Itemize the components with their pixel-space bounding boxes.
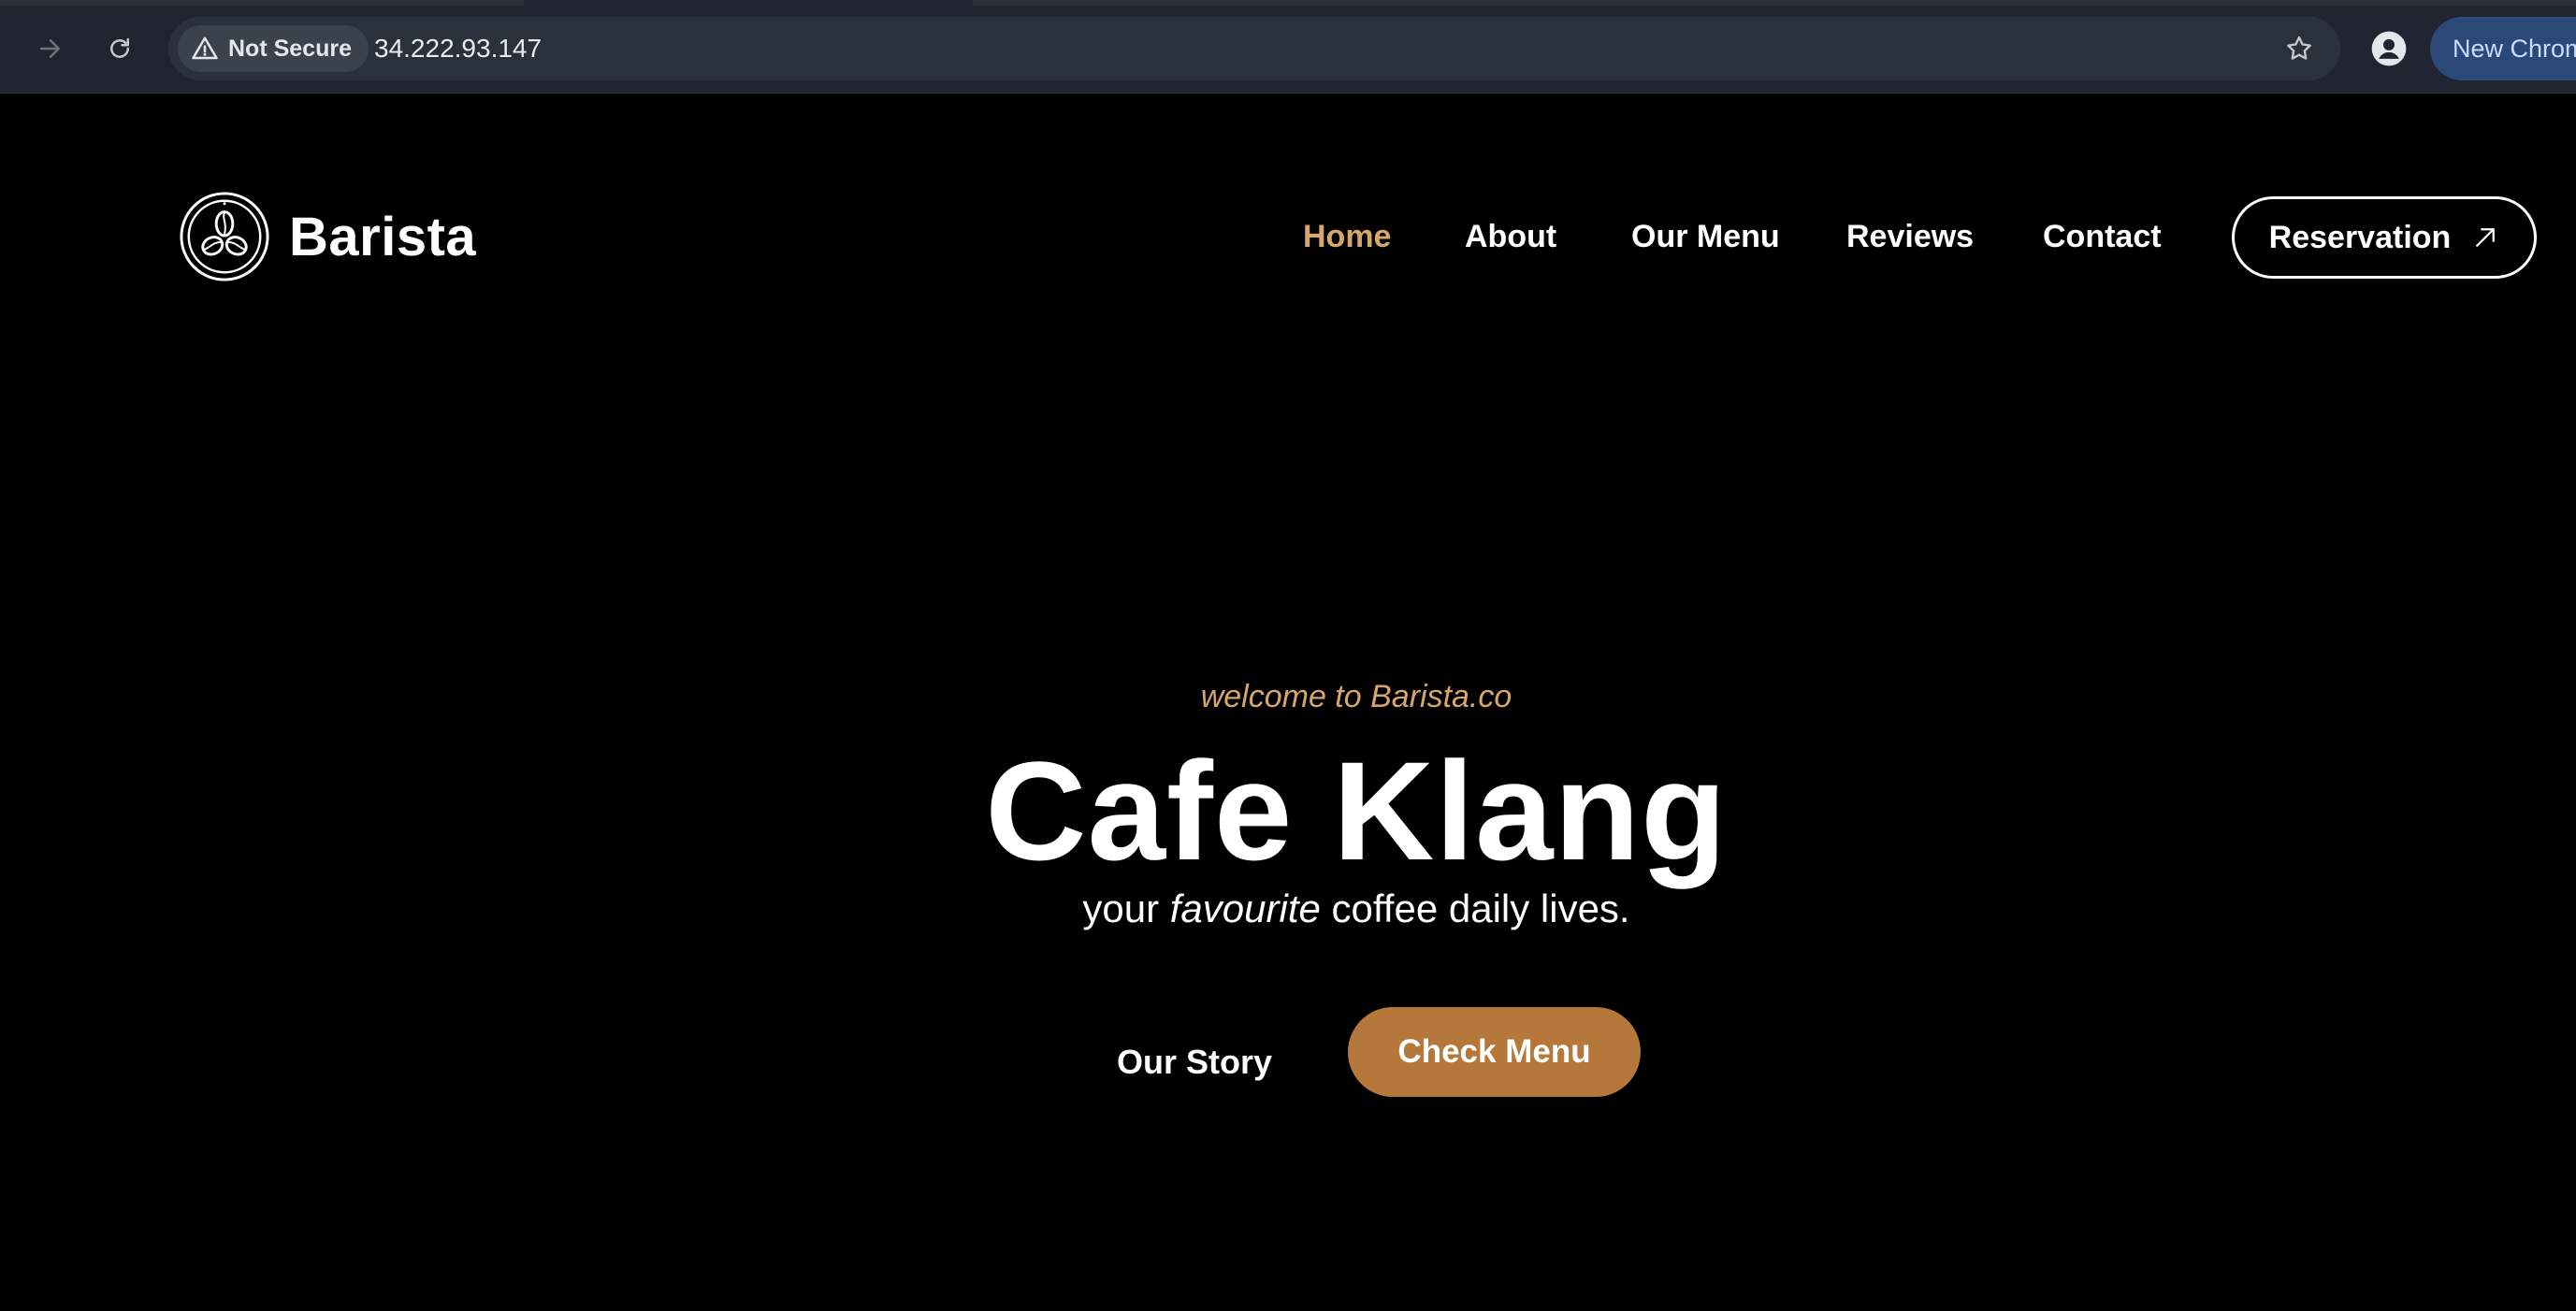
page: Barista Home About Our Menu Reviews Cont… [0, 94, 2576, 1311]
security-label: Not Secure [228, 35, 352, 62]
brand[interactable]: Barista [179, 191, 476, 282]
arrow-up-right-icon [2476, 228, 2496, 247]
reservation-button[interactable]: Reservation [2232, 196, 2537, 279]
check-menu-button[interactable]: Check Menu [1348, 1007, 1641, 1097]
nav-reviews[interactable]: Reviews [1846, 213, 1974, 260]
nav-our-menu[interactable]: Our Menu [1631, 213, 1780, 260]
browser-toolbar: Not Secure 34.222.93.147 New Chrom [0, 0, 2576, 94]
url-text[interactable]: 34.222.93.147 [374, 17, 542, 80]
reservation-label: Reservation [2268, 219, 2452, 255]
forward-arrow-icon [39, 39, 60, 58]
our-story-link[interactable]: Our Story [1117, 1038, 1272, 1087]
security-indicator[interactable]: Not Secure [178, 25, 369, 72]
star-icon [2287, 36, 2311, 60]
hero-subtitle: your favourite coffee daily lives. [0, 886, 2576, 931]
warning-triangle-icon [192, 36, 218, 60]
tab-strip [0, 0, 2576, 6]
nav-about[interactable]: About [1465, 213, 1556, 260]
coffee-beans-logo [179, 191, 270, 282]
bookmark-button[interactable] [2279, 28, 2320, 69]
hero-subtitle-emphasis: favourite [1169, 886, 1321, 930]
welcome-tagline: welcome to Barista.co [1200, 679, 1512, 714]
brand-name: Barista [289, 206, 477, 267]
profile-button[interactable] [2366, 26, 2411, 71]
hero-subtitle-suffix: coffee daily lives. [1331, 886, 1630, 930]
nav-home[interactable]: Home [1303, 213, 1391, 260]
forward-button[interactable] [28, 26, 73, 71]
hero-title: Cafe Klang [985, 732, 1728, 889]
nav-contact[interactable]: Contact [2043, 213, 2162, 260]
new-chrome-button[interactable]: New Chrom [2430, 17, 2576, 80]
active-tab[interactable] [524, 0, 973, 6]
hero-subtitle-prefix: your [1082, 886, 1160, 930]
profile-icon [2371, 31, 2407, 66]
address-bar[interactable]: Not Secure 34.222.93.147 [168, 17, 2340, 80]
reload-button[interactable] [97, 26, 142, 71]
reload-icon [110, 37, 129, 58]
